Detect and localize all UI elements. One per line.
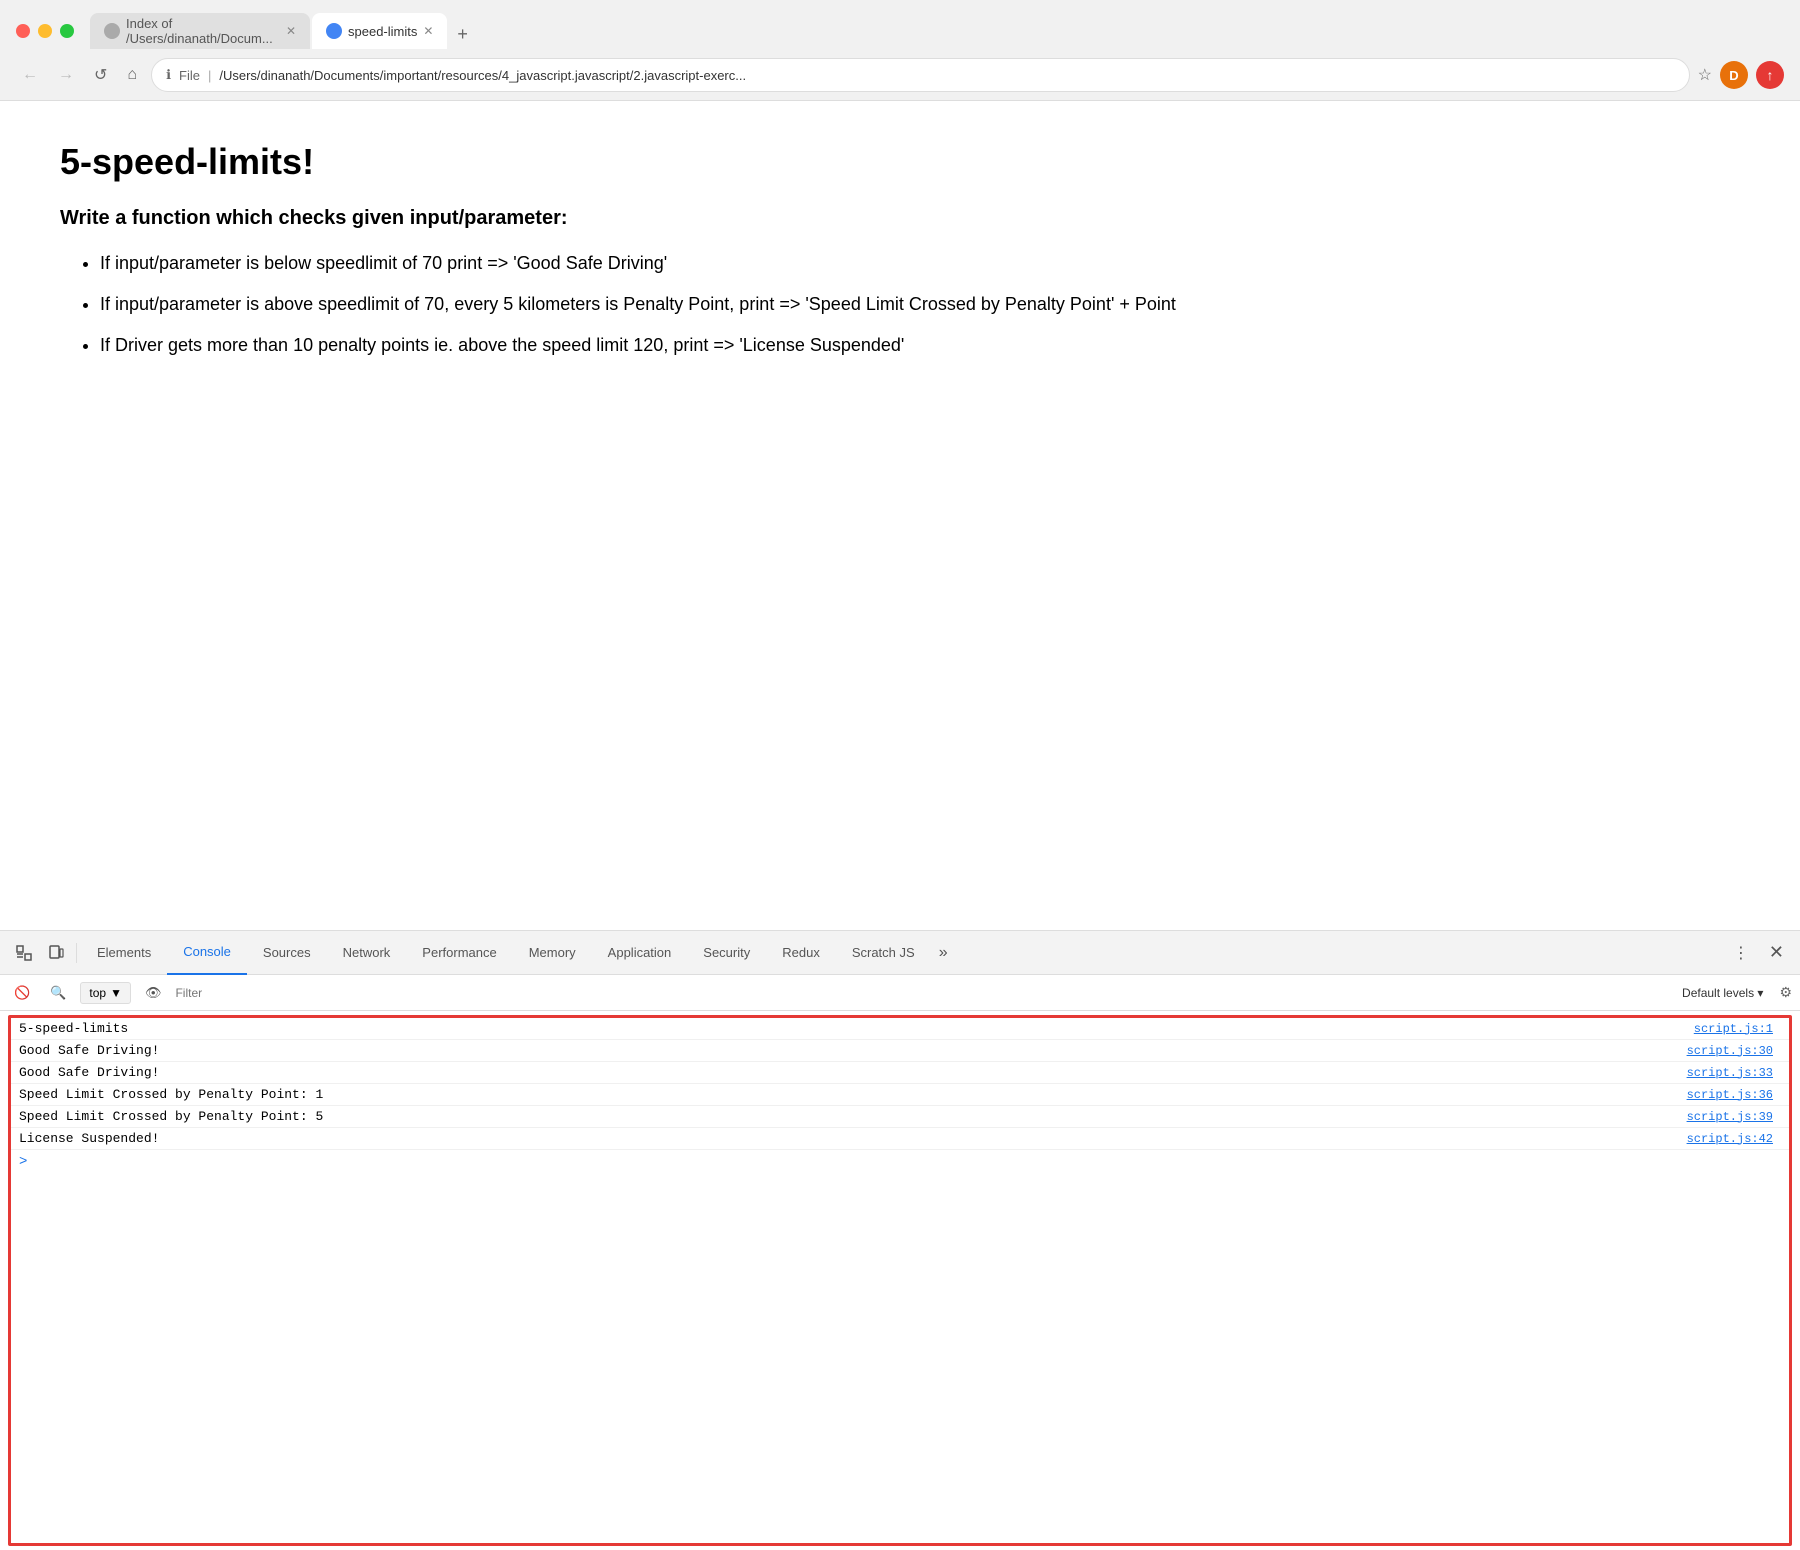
more-tabs-btn[interactable]: » bbox=[931, 936, 956, 970]
default-levels-selector[interactable]: Default levels ▾ bbox=[1674, 983, 1771, 1003]
console-row-2: Good Safe Driving! script.js:33 bbox=[11, 1062, 1789, 1084]
tab-elements[interactable]: Elements bbox=[81, 931, 167, 975]
address-field[interactable]: ℹ File | /Users/dinanath/Documents/impor… bbox=[151, 58, 1690, 92]
tab-1-icon bbox=[104, 23, 120, 39]
maximize-window-btn[interactable] bbox=[60, 24, 74, 38]
element-picker-icon bbox=[16, 945, 32, 961]
tab-1[interactable]: Index of /Users/dinanath/Docum... ✕ bbox=[90, 13, 310, 49]
page-content: 5-speed-limits! Write a function which c… bbox=[0, 101, 1800, 661]
title-bar: Index of /Users/dinanath/Docum... ✕ spee… bbox=[0, 0, 1800, 52]
forward-button[interactable]: → bbox=[52, 62, 80, 88]
tab-2-close[interactable]: ✕ bbox=[423, 24, 433, 38]
bullet-item-3: If Driver gets more than 10 penalty poin… bbox=[100, 332, 1740, 359]
console-row-4: Speed Limit Crossed by Penalty Point: 5 … bbox=[11, 1106, 1789, 1128]
console-msg-0: 5-speed-limits bbox=[19, 1021, 1694, 1036]
context-arrow: ▼ bbox=[110, 986, 122, 1000]
protocol-label: File bbox=[179, 68, 200, 83]
devtools-menu-btn[interactable]: ⋮ bbox=[1725, 935, 1757, 971]
tab-console[interactable]: Console bbox=[167, 931, 247, 975]
bullet-list: If input/parameter is below speedlimit o… bbox=[60, 250, 1740, 359]
console-row-3: Speed Limit Crossed by Penalty Point: 1 … bbox=[11, 1084, 1789, 1106]
console-msg-4: Speed Limit Crossed by Penalty Point: 5 bbox=[19, 1109, 1687, 1124]
new-tab-button[interactable]: + bbox=[449, 20, 476, 49]
tab-2[interactable]: speed-limits ✕ bbox=[312, 13, 447, 49]
console-input[interactable] bbox=[35, 1155, 1781, 1170]
bullet-item-2: If input/parameter is above speedlimit o… bbox=[100, 291, 1740, 318]
address-bar: ← → ↺ ⌂ ℹ File | /Users/dinanath/Documen… bbox=[0, 52, 1800, 100]
tab-sources[interactable]: Sources bbox=[247, 931, 327, 975]
console-link-1[interactable]: script.js:30 bbox=[1687, 1044, 1781, 1058]
console-msg-5: License Suspended! bbox=[19, 1131, 1687, 1146]
filter-input[interactable] bbox=[175, 986, 1666, 1000]
console-link-2[interactable]: script.js:33 bbox=[1687, 1066, 1781, 1080]
console-output-wrapper: 5-speed-limits script.js:1 Good Safe Dri… bbox=[8, 1015, 1792, 1546]
browser-chrome: Index of /Users/dinanath/Docum... ✕ spee… bbox=[0, 0, 1800, 101]
context-selector[interactable]: top ▼ bbox=[80, 982, 131, 1004]
info-icon: ℹ bbox=[166, 67, 171, 83]
upload-button[interactable]: ↑ bbox=[1756, 61, 1784, 89]
console-toolbar: 🚫 🔍 top ▼ 👁 Default levels ▾ ⚙ bbox=[0, 975, 1800, 1011]
window-controls bbox=[16, 24, 74, 38]
settings-btn[interactable]: ⚙ bbox=[1779, 984, 1792, 1001]
console-msg-1: Good Safe Driving! bbox=[19, 1043, 1687, 1058]
devtools-panel: Elements Console Sources Network Perform… bbox=[0, 930, 1800, 1550]
close-window-btn[interactable] bbox=[16, 24, 30, 38]
console-link-0[interactable]: script.js:1 bbox=[1694, 1022, 1781, 1036]
tab-redux[interactable]: Redux bbox=[766, 931, 836, 975]
tab-network[interactable]: Network bbox=[327, 931, 407, 975]
bookmark-button[interactable]: ☆ bbox=[1698, 65, 1712, 85]
prompt-arrow: > bbox=[19, 1154, 27, 1170]
page-title: 5-speed-limits! bbox=[60, 141, 1740, 183]
console-prompt: > bbox=[11, 1150, 1789, 1174]
address-url: /Users/dinanath/Documents/important/reso… bbox=[219, 68, 1674, 83]
bullet-item-1: If input/parameter is below speedlimit o… bbox=[100, 250, 1740, 277]
devtools-toolbar: Elements Console Sources Network Perform… bbox=[0, 931, 1800, 975]
device-toolbar-icon bbox=[48, 945, 64, 961]
console-row-1: Good Safe Driving! script.js:30 bbox=[11, 1040, 1789, 1062]
address-actions: ☆ D ↑ bbox=[1698, 61, 1784, 89]
tab-memory[interactable]: Memory bbox=[513, 931, 592, 975]
tab-security[interactable]: Security bbox=[687, 931, 766, 975]
context-label: top bbox=[89, 986, 106, 1000]
device-toolbar-btn[interactable] bbox=[40, 937, 72, 969]
page-subtitle: Write a function which checks given inpu… bbox=[60, 207, 1740, 230]
tab-2-icon bbox=[326, 23, 342, 39]
minimize-window-btn[interactable] bbox=[38, 24, 52, 38]
address-separator: | bbox=[208, 68, 211, 83]
tab-2-label: speed-limits bbox=[348, 24, 417, 39]
console-msg-2: Good Safe Driving! bbox=[19, 1065, 1687, 1080]
reload-button[interactable]: ↺ bbox=[88, 61, 113, 89]
console-output: 5-speed-limits script.js:1 Good Safe Dri… bbox=[11, 1018, 1789, 1543]
clear-console-btn[interactable]: 🚫 bbox=[8, 981, 36, 1005]
filter-icon-btn[interactable]: 🔍 bbox=[44, 981, 72, 1005]
console-link-5[interactable]: script.js:42 bbox=[1687, 1132, 1781, 1146]
tab-1-label: Index of /Users/dinanath/Docum... bbox=[126, 16, 280, 46]
back-button[interactable]: ← bbox=[16, 62, 44, 88]
console-link-3[interactable]: script.js:36 bbox=[1687, 1088, 1781, 1102]
console-row-5: License Suspended! script.js:42 bbox=[11, 1128, 1789, 1150]
home-button[interactable]: ⌂ bbox=[121, 62, 143, 88]
tab-performance[interactable]: Performance bbox=[406, 931, 512, 975]
user-avatar[interactable]: D bbox=[1720, 61, 1748, 89]
console-msg-3: Speed Limit Crossed by Penalty Point: 1 bbox=[19, 1087, 1687, 1102]
tab-1-close[interactable]: ✕ bbox=[286, 24, 296, 38]
devtools-close-btn[interactable]: ✕ bbox=[1761, 934, 1792, 971]
eye-icon-btn[interactable]: 👁 bbox=[139, 981, 168, 1005]
tab-scratch[interactable]: Scratch JS bbox=[836, 931, 931, 975]
console-row-0: 5-speed-limits script.js:1 bbox=[11, 1018, 1789, 1040]
element-picker-btn[interactable] bbox=[8, 937, 40, 969]
tab-bar: Index of /Users/dinanath/Docum... ✕ spee… bbox=[90, 13, 1784, 49]
tab-application[interactable]: Application bbox=[592, 931, 688, 975]
console-link-4[interactable]: script.js:39 bbox=[1687, 1110, 1781, 1124]
toolbar-separator bbox=[76, 943, 77, 963]
